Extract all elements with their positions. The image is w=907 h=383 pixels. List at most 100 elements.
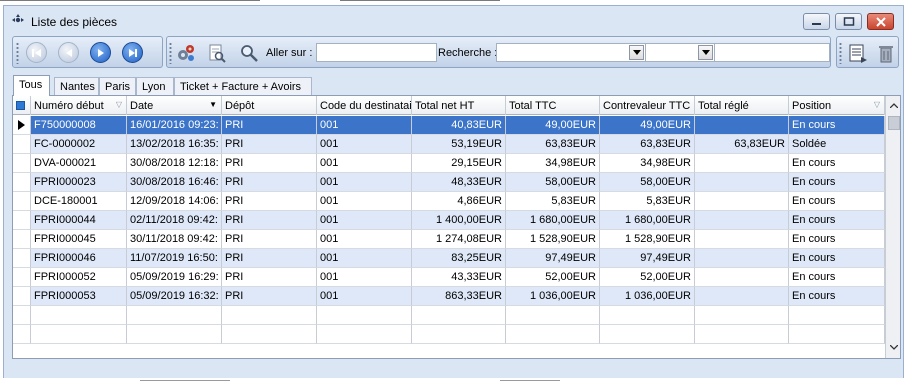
tab-paris[interactable]: Paris — [99, 77, 136, 95]
cell-date[interactable]: 30/11/2018 09:42: — [127, 230, 222, 249]
cell-contrevaleur-ttc[interactable]: 58,00EUR — [600, 173, 695, 192]
dropdown-arrow[interactable] — [629, 45, 644, 60]
cell-total-regle[interactable] — [695, 116, 789, 135]
table-row[interactable]: FPRI000046 11/07/2019 16:50: PRI 001 83,25EU… — [13, 249, 885, 268]
cell-depot[interactable]: PRI — [222, 154, 317, 173]
select-all-cell[interactable] — [13, 96, 31, 115]
cell-date[interactable]: 13/02/2018 16:35: — [127, 135, 222, 154]
row-indicator[interactable] — [13, 230, 31, 249]
cell-position[interactable]: En cours — [789, 268, 885, 287]
cell-code-destinataire[interactable]: 001 — [317, 192, 412, 211]
scroll-thumb[interactable] — [888, 116, 900, 130]
cell-position[interactable]: En cours — [789, 287, 885, 306]
minimize-button[interactable] — [803, 13, 830, 30]
cell-position[interactable]: En cours — [789, 173, 885, 192]
scroll-down-button[interactable] — [886, 340, 900, 356]
cell-code-destinataire[interactable]: 001 — [317, 287, 412, 306]
cell-contrevaleur-ttc[interactable]: 1 036,00EUR — [600, 287, 695, 306]
cell-numero[interactable]: F750000008 — [31, 116, 127, 135]
cell-total-ttc[interactable]: 58,00EUR — [506, 173, 600, 192]
cell-total-ttc[interactable]: 5,83EUR — [506, 192, 600, 211]
previous-record-button[interactable] — [58, 42, 79, 63]
cell-depot[interactable]: PRI — [222, 268, 317, 287]
vertical-scrollbar[interactable] — [885, 96, 900, 358]
cell-depot[interactable]: PRI — [222, 116, 317, 135]
cell-contrevaleur-ttc[interactable]: 49,00EUR — [600, 116, 695, 135]
grip-handle[interactable] — [169, 42, 172, 64]
grip-handle[interactable] — [16, 42, 19, 64]
cell-code-destinataire[interactable]: 001 — [317, 135, 412, 154]
row-indicator[interactable] — [13, 211, 31, 230]
cell-total-regle[interactable] — [695, 211, 789, 230]
next-record-button[interactable] — [90, 42, 111, 63]
cell-depot[interactable]: PRI — [222, 211, 317, 230]
cell-total-ttc[interactable]: 97,49EUR — [506, 249, 600, 268]
cell-total-regle[interactable] — [695, 154, 789, 173]
grip-handle[interactable] — [839, 42, 842, 64]
row-indicator[interactable] — [13, 116, 31, 135]
filter-icon[interactable]: ▽ — [874, 100, 880, 109]
delete-bin-icon[interactable] — [876, 43, 896, 63]
column-header-code-destinataire[interactable]: Code du destinatai — [317, 96, 412, 115]
table-row[interactable]: FPRI000053 05/09/2019 16:32: PRI 001 863,33E… — [13, 287, 885, 306]
cell-total-regle[interactable] — [695, 268, 789, 287]
scroll-up-button[interactable] — [886, 98, 900, 114]
cell-numero[interactable]: FPRI000046 — [31, 249, 127, 268]
column-header-contrevaleur-ttc[interactable]: Contrevaleur TTC — [600, 96, 695, 115]
cell-total-regle[interactable] — [695, 249, 789, 268]
cell-depot[interactable]: PRI — [222, 249, 317, 268]
cell-date[interactable]: 11/07/2019 16:50: — [127, 249, 222, 268]
cell-date[interactable]: 30/08/2018 12:18: — [127, 154, 222, 173]
cell-numero[interactable]: FPRI000052 — [31, 268, 127, 287]
column-header-position[interactable]: Position ▽ — [789, 96, 885, 115]
magnifier-icon[interactable] — [239, 43, 259, 63]
cell-total-net-ht[interactable]: 83,25EUR — [412, 249, 506, 268]
cell-total-net-ht[interactable]: 40,83EUR — [412, 116, 506, 135]
search-document-icon[interactable] — [207, 43, 227, 63]
cell-code-destinataire[interactable]: 001 — [317, 154, 412, 173]
cell-date[interactable]: 02/11/2018 09:42: — [127, 211, 222, 230]
tab-nantes[interactable]: Nantes — [54, 77, 99, 95]
tab-lyon[interactable]: Lyon — [136, 77, 174, 95]
search-field-select-1[interactable] — [496, 43, 646, 62]
table-row[interactable]: DCE-180001 12/09/2018 14:06: PRI 001 4,86EUR… — [13, 192, 885, 211]
cell-depot[interactable]: PRI — [222, 192, 317, 211]
cell-date[interactable]: 05/09/2019 16:32: — [127, 287, 222, 306]
cell-total-ttc[interactable]: 63,83EUR — [506, 135, 600, 154]
column-header-total-net-ht[interactable]: Total net HT — [412, 96, 506, 115]
column-header-total-regle[interactable]: Total réglé — [695, 96, 789, 115]
cell-total-ttc[interactable]: 34,98EUR — [506, 154, 600, 173]
cell-depot[interactable]: PRI — [222, 135, 317, 154]
cell-total-regle[interactable] — [695, 192, 789, 211]
cell-position[interactable]: En cours — [789, 249, 885, 268]
cell-total-net-ht[interactable]: 863,33EUR — [412, 287, 506, 306]
cell-total-net-ht[interactable]: 43,33EUR — [412, 268, 506, 287]
cell-total-net-ht[interactable]: 29,15EUR — [412, 154, 506, 173]
cell-total-net-ht[interactable]: 53,19EUR — [412, 135, 506, 154]
cell-position[interactable]: Soldée — [789, 135, 885, 154]
row-indicator[interactable] — [13, 135, 31, 154]
table-row[interactable]: FPRI000045 30/11/2018 09:42: PRI 001 1 274,0… — [13, 230, 885, 249]
cell-numero[interactable]: FPRI000044 — [31, 211, 127, 230]
first-record-button[interactable] — [26, 42, 47, 63]
cell-contrevaleur-ttc[interactable]: 63,83EUR — [600, 135, 695, 154]
search-field-select-2[interactable] — [645, 43, 715, 62]
cell-contrevaleur-ttc[interactable]: 97,49EUR — [600, 249, 695, 268]
cell-numero[interactable]: FPRI000045 — [31, 230, 127, 249]
close-button[interactable] — [867, 13, 894, 30]
cell-total-ttc[interactable]: 1 528,90EUR — [506, 230, 600, 249]
row-indicator[interactable] — [13, 268, 31, 287]
table-row[interactable]: F750000008 16/01/2016 09:23: PRI 001 40,83EU… — [13, 116, 885, 135]
list-report-icon[interactable] — [848, 43, 868, 63]
cell-code-destinataire[interactable]: 001 — [317, 211, 412, 230]
cell-numero[interactable]: FC-0000002 — [31, 135, 127, 154]
maximize-button[interactable] — [835, 13, 862, 30]
row-indicator[interactable] — [13, 192, 31, 211]
cell-code-destinataire[interactable]: 001 — [317, 268, 412, 287]
cell-date[interactable]: 05/09/2019 16:29: — [127, 268, 222, 287]
row-indicator[interactable] — [13, 173, 31, 192]
row-indicator[interactable] — [13, 154, 31, 173]
tab-tous[interactable]: Tous — [13, 75, 50, 96]
cell-position[interactable]: En cours — [789, 154, 885, 173]
column-header-depot[interactable]: Dépôt — [222, 96, 317, 115]
